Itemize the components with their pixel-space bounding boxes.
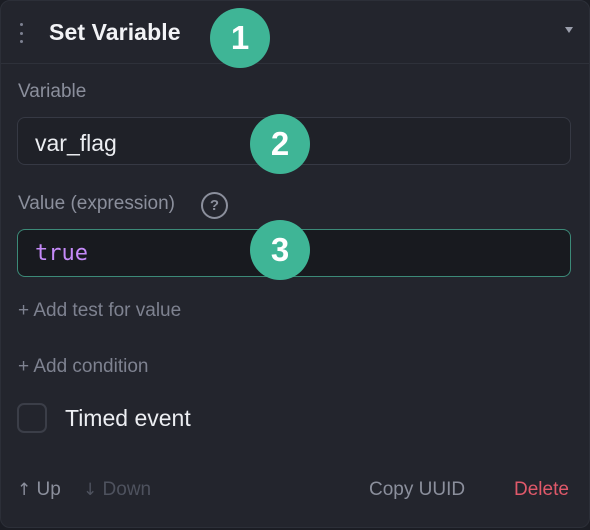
value-expression-label: Value (expression) xyxy=(18,193,176,214)
drag-handle-icon[interactable] xyxy=(16,23,26,43)
timed-event-checkbox[interactable] xyxy=(17,403,47,433)
move-up-button[interactable]: ↑ Up xyxy=(17,479,61,501)
arrow-down-icon: ↓ xyxy=(83,480,98,500)
variable-label: Variable xyxy=(18,81,87,102)
move-down-button[interactable]: ↓ Down xyxy=(83,479,151,501)
arrow-up-icon: ↑ xyxy=(17,480,32,500)
variable-field-value: var_flag xyxy=(35,130,117,156)
value-expression-field-value: true xyxy=(35,241,88,266)
step-badge-3: 3 xyxy=(250,220,310,280)
step-badge-1: 1 xyxy=(210,8,270,68)
copy-uuid-button[interactable]: Copy UUID xyxy=(369,479,465,501)
timed-event-label[interactable]: Timed event xyxy=(65,405,191,432)
add-condition-link[interactable]: + Add condition xyxy=(18,356,148,378)
move-up-label: Up xyxy=(36,479,61,500)
move-down-label: Down xyxy=(102,479,152,500)
help-icon[interactable]: ? xyxy=(201,192,228,219)
chevron-down-icon[interactable] xyxy=(565,27,573,33)
add-test-link[interactable]: + Add test for value xyxy=(18,300,181,322)
panel-title: Set Variable xyxy=(49,19,181,45)
delete-button[interactable]: Delete xyxy=(514,479,569,501)
step-badge-2: 2 xyxy=(250,114,310,174)
panel-header[interactable]: Set Variable xyxy=(1,1,589,64)
